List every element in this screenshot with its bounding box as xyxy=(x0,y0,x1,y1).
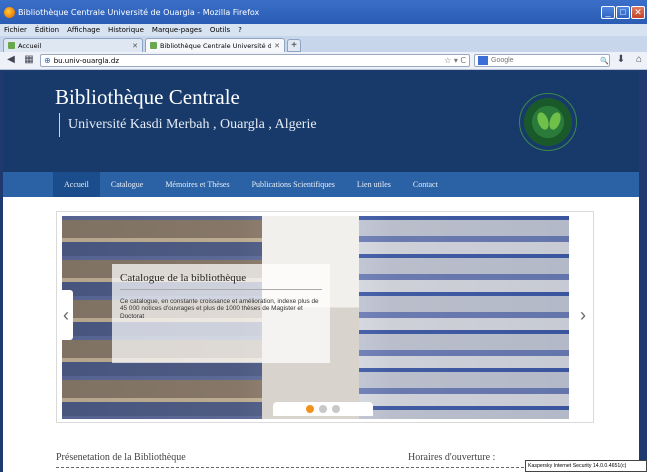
favicon-icon xyxy=(8,42,15,49)
favicon-icon xyxy=(150,42,157,49)
tab-close-icon[interactable]: ✕ xyxy=(274,42,280,50)
maximize-icon[interactable]: □ xyxy=(616,5,630,19)
firefox-icon xyxy=(4,6,15,18)
site-title: Bibliothèque Centrale xyxy=(55,85,240,109)
close-icon[interactable]: ✕ xyxy=(631,5,645,19)
slider-dot[interactable] xyxy=(332,405,340,413)
bookmark-star-icon[interactable]: ☆ ▾ C xyxy=(444,56,469,65)
menu-item-outils[interactable]: Outils xyxy=(210,26,230,34)
navigation-toolbar: ◀ ▦ ⊕ bu.univ-ouargla.dz ☆ ▾ C Google 🔍 … xyxy=(0,52,647,70)
menu-item-affichage[interactable]: Affichage xyxy=(67,26,100,34)
home-icon[interactable]: ⌂ xyxy=(632,54,646,67)
new-tab-button[interactable]: + xyxy=(287,39,301,52)
tab-close-icon[interactable]: ✕ xyxy=(132,42,138,50)
window-titlebar: Bibliothèque Centrale Université de Ouar… xyxy=(0,0,647,24)
menu-item-help[interactable]: ? xyxy=(238,26,242,34)
site-header: Bibliothèque Centrale Université Kasdi M… xyxy=(3,71,639,172)
window-controls: _ □ ✕ xyxy=(601,5,645,19)
nav-catalogue[interactable]: Catalogue xyxy=(100,172,154,197)
download-icon[interactable]: ⬇ xyxy=(614,54,628,67)
url-text: bu.univ-ouargla.dz xyxy=(53,56,120,65)
horaires-heading: Horaires d'ouverture : xyxy=(408,452,496,463)
nav-liens-utiles[interactable]: Lien utiles xyxy=(346,172,402,197)
menu-item-fichier[interactable]: Fichier xyxy=(4,26,27,34)
menu-item-edition[interactable]: Édition xyxy=(35,26,59,34)
university-logo xyxy=(519,93,577,151)
caption-title: Catalogue de la bibliothèque xyxy=(120,272,322,290)
search-box[interactable]: Google 🔍 xyxy=(474,54,610,67)
site-identity-icon[interactable]: ⊕ xyxy=(44,56,51,65)
main-nav: Accueil Catalogue Mémoires et Thèses Pub… xyxy=(3,172,639,197)
address-bar[interactable]: ⊕ bu.univ-ouargla.dz ☆ ▾ C xyxy=(40,54,470,67)
page-scrollbar[interactable] xyxy=(639,71,647,472)
library-shelves-image: Catalogue de la bibliothèque Ce catalogu… xyxy=(62,216,569,419)
menu-item-marque-pages[interactable]: Marque-pages xyxy=(152,26,202,34)
nav-contact[interactable]: Contact xyxy=(402,172,449,197)
menu-bar: Fichier Édition Affichage Historique Mar… xyxy=(0,24,647,36)
site-subtitle: Université Kasdi Merbah , Ouargla , Alge… xyxy=(59,113,317,137)
nav-accueil[interactable]: Accueil xyxy=(53,172,100,197)
nav-memoires-theses[interactable]: Mémoires et Thèses xyxy=(154,172,240,197)
window-title: Bibliothèque Centrale Université de Ouar… xyxy=(18,7,260,17)
slider-dot[interactable] xyxy=(319,405,327,413)
search-icon[interactable]: 🔍 xyxy=(600,57,609,65)
search-engine-icon[interactable] xyxy=(478,56,488,65)
tab-bibliotheque[interactable]: Bibliothèque Centrale Université de Ouar… xyxy=(145,38,285,52)
nav-publications[interactable]: Publications Scientifiques xyxy=(241,172,346,197)
tab-label: Bibliothèque Centrale Université de Ouar… xyxy=(160,41,272,50)
section-divider xyxy=(56,467,594,468)
image-slider: Catalogue de la bibliothèque Ce catalogu… xyxy=(56,211,594,423)
presentation-heading: Présenetation de la Bibliothèque xyxy=(56,452,186,463)
back-icon[interactable]: ◀ xyxy=(4,54,18,67)
web-page: Bibliothèque Centrale Université Kasdi M… xyxy=(3,71,639,472)
minimize-icon[interactable]: _ xyxy=(601,5,615,19)
slide-caption: Catalogue de la bibliothèque Ce catalogu… xyxy=(112,264,330,363)
caption-text: Ce catalogue, en constante croissance et… xyxy=(120,298,319,320)
slider-prev-icon[interactable]: ‹ xyxy=(59,290,73,340)
history-icon[interactable]: ▦ xyxy=(22,54,36,67)
tab-bar: Accueil ✕ Bibliothèque Centrale Universi… xyxy=(0,36,647,52)
tab-accueil[interactable]: Accueil ✕ xyxy=(3,38,143,52)
tab-label: Accueil xyxy=(18,41,42,50)
slider-dot[interactable] xyxy=(306,405,314,413)
slider-next-icon[interactable]: › xyxy=(576,290,590,340)
kaspersky-status: Kaspersky Internet Security 14.0.0.4651(… xyxy=(525,460,647,472)
slider-dots xyxy=(273,402,373,416)
search-placeholder: Google xyxy=(491,57,514,64)
menu-item-historique[interactable]: Historique xyxy=(108,26,144,34)
